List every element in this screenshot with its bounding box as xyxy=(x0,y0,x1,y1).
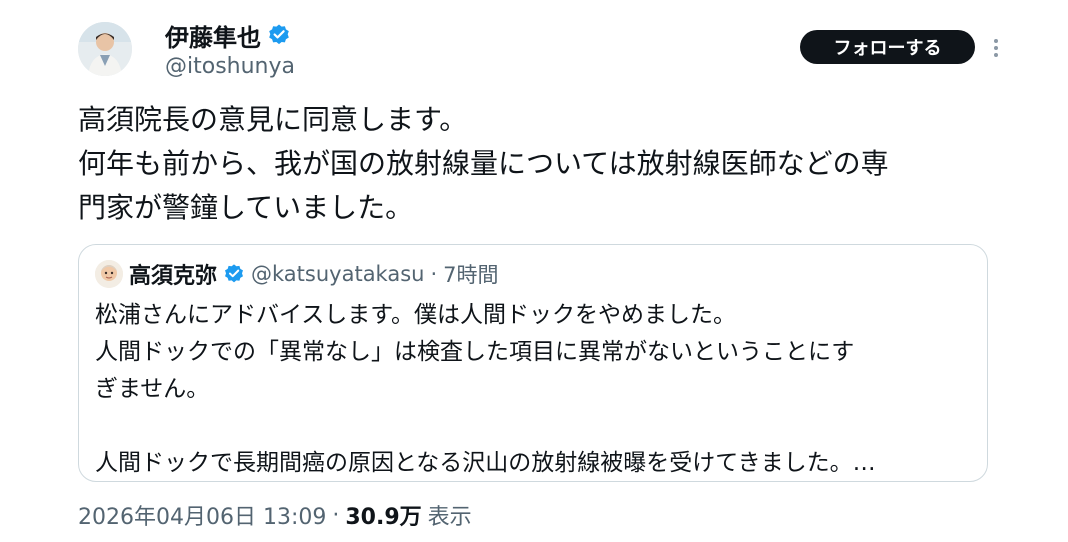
tweet-line: 高須院長の意見に同意します。 xyxy=(78,103,468,136)
quote-author-name[interactable]: 高須克弥 xyxy=(129,258,217,290)
quote-text: 松浦さんにアドバイスします。僕は人間ドックをやめました。 人間ドックでの「異常な… xyxy=(95,297,975,482)
tweet-line: 門家が警鐘していました。 xyxy=(78,191,414,224)
quote-author-avatar[interactable] xyxy=(95,260,123,288)
quote-line xyxy=(95,408,975,445)
tweet-meta: 2026年04月06日 13:09 · 30.9万 表示 xyxy=(78,498,472,532)
more-dots-icon[interactable] xyxy=(986,34,1006,62)
view-count: 30.9万 xyxy=(345,505,422,530)
quote-line: 人間ドックで長期間癌の原因となる沢山の放射線被曝を受けてきました。… xyxy=(95,450,876,476)
author-handle[interactable]: @itoshunya xyxy=(165,54,295,79)
quote-header: 高須克弥 @katsuyatakasu · 7時間 xyxy=(95,259,499,289)
quoted-tweet-card[interactable]: 高須克弥 @katsuyatakasu · 7時間 松浦さんにアドバイスします。… xyxy=(78,244,988,482)
quote-line: 人間ドックでの「異常なし」は検査した項目に異常がないということにす xyxy=(95,339,855,365)
verified-badge-icon xyxy=(223,263,245,285)
quote-line: ぎません。 xyxy=(95,376,210,402)
tweet-line: 何年も前から、我が国の放射線量については放射線医師などの専 xyxy=(78,147,889,180)
tweet-timestamp[interactable]: 2026年04月06日 13:09 xyxy=(78,499,326,531)
author-name-row: 伊藤隼也 xyxy=(165,18,291,52)
quote-timestamp[interactable]: 7時間 xyxy=(443,259,498,289)
verified-badge-icon xyxy=(267,23,291,47)
author-avatar[interactable] xyxy=(78,22,132,76)
quote-separator: · xyxy=(430,262,438,286)
author-name[interactable]: 伊藤隼也 xyxy=(165,18,261,53)
quote-author-handle[interactable]: @katsuyatakasu xyxy=(251,262,424,286)
follow-button[interactable]: フォローする xyxy=(800,30,975,64)
view-count-label: 表示 xyxy=(427,505,472,530)
meta-separator: · xyxy=(332,502,340,528)
quote-line: 松浦さんにアドバイスします。僕は人間ドックをやめました。 xyxy=(95,302,737,328)
tweet-text: 高須院長の意見に同意します。 何年も前から、我が国の放射線量については放射線医師… xyxy=(78,98,998,230)
